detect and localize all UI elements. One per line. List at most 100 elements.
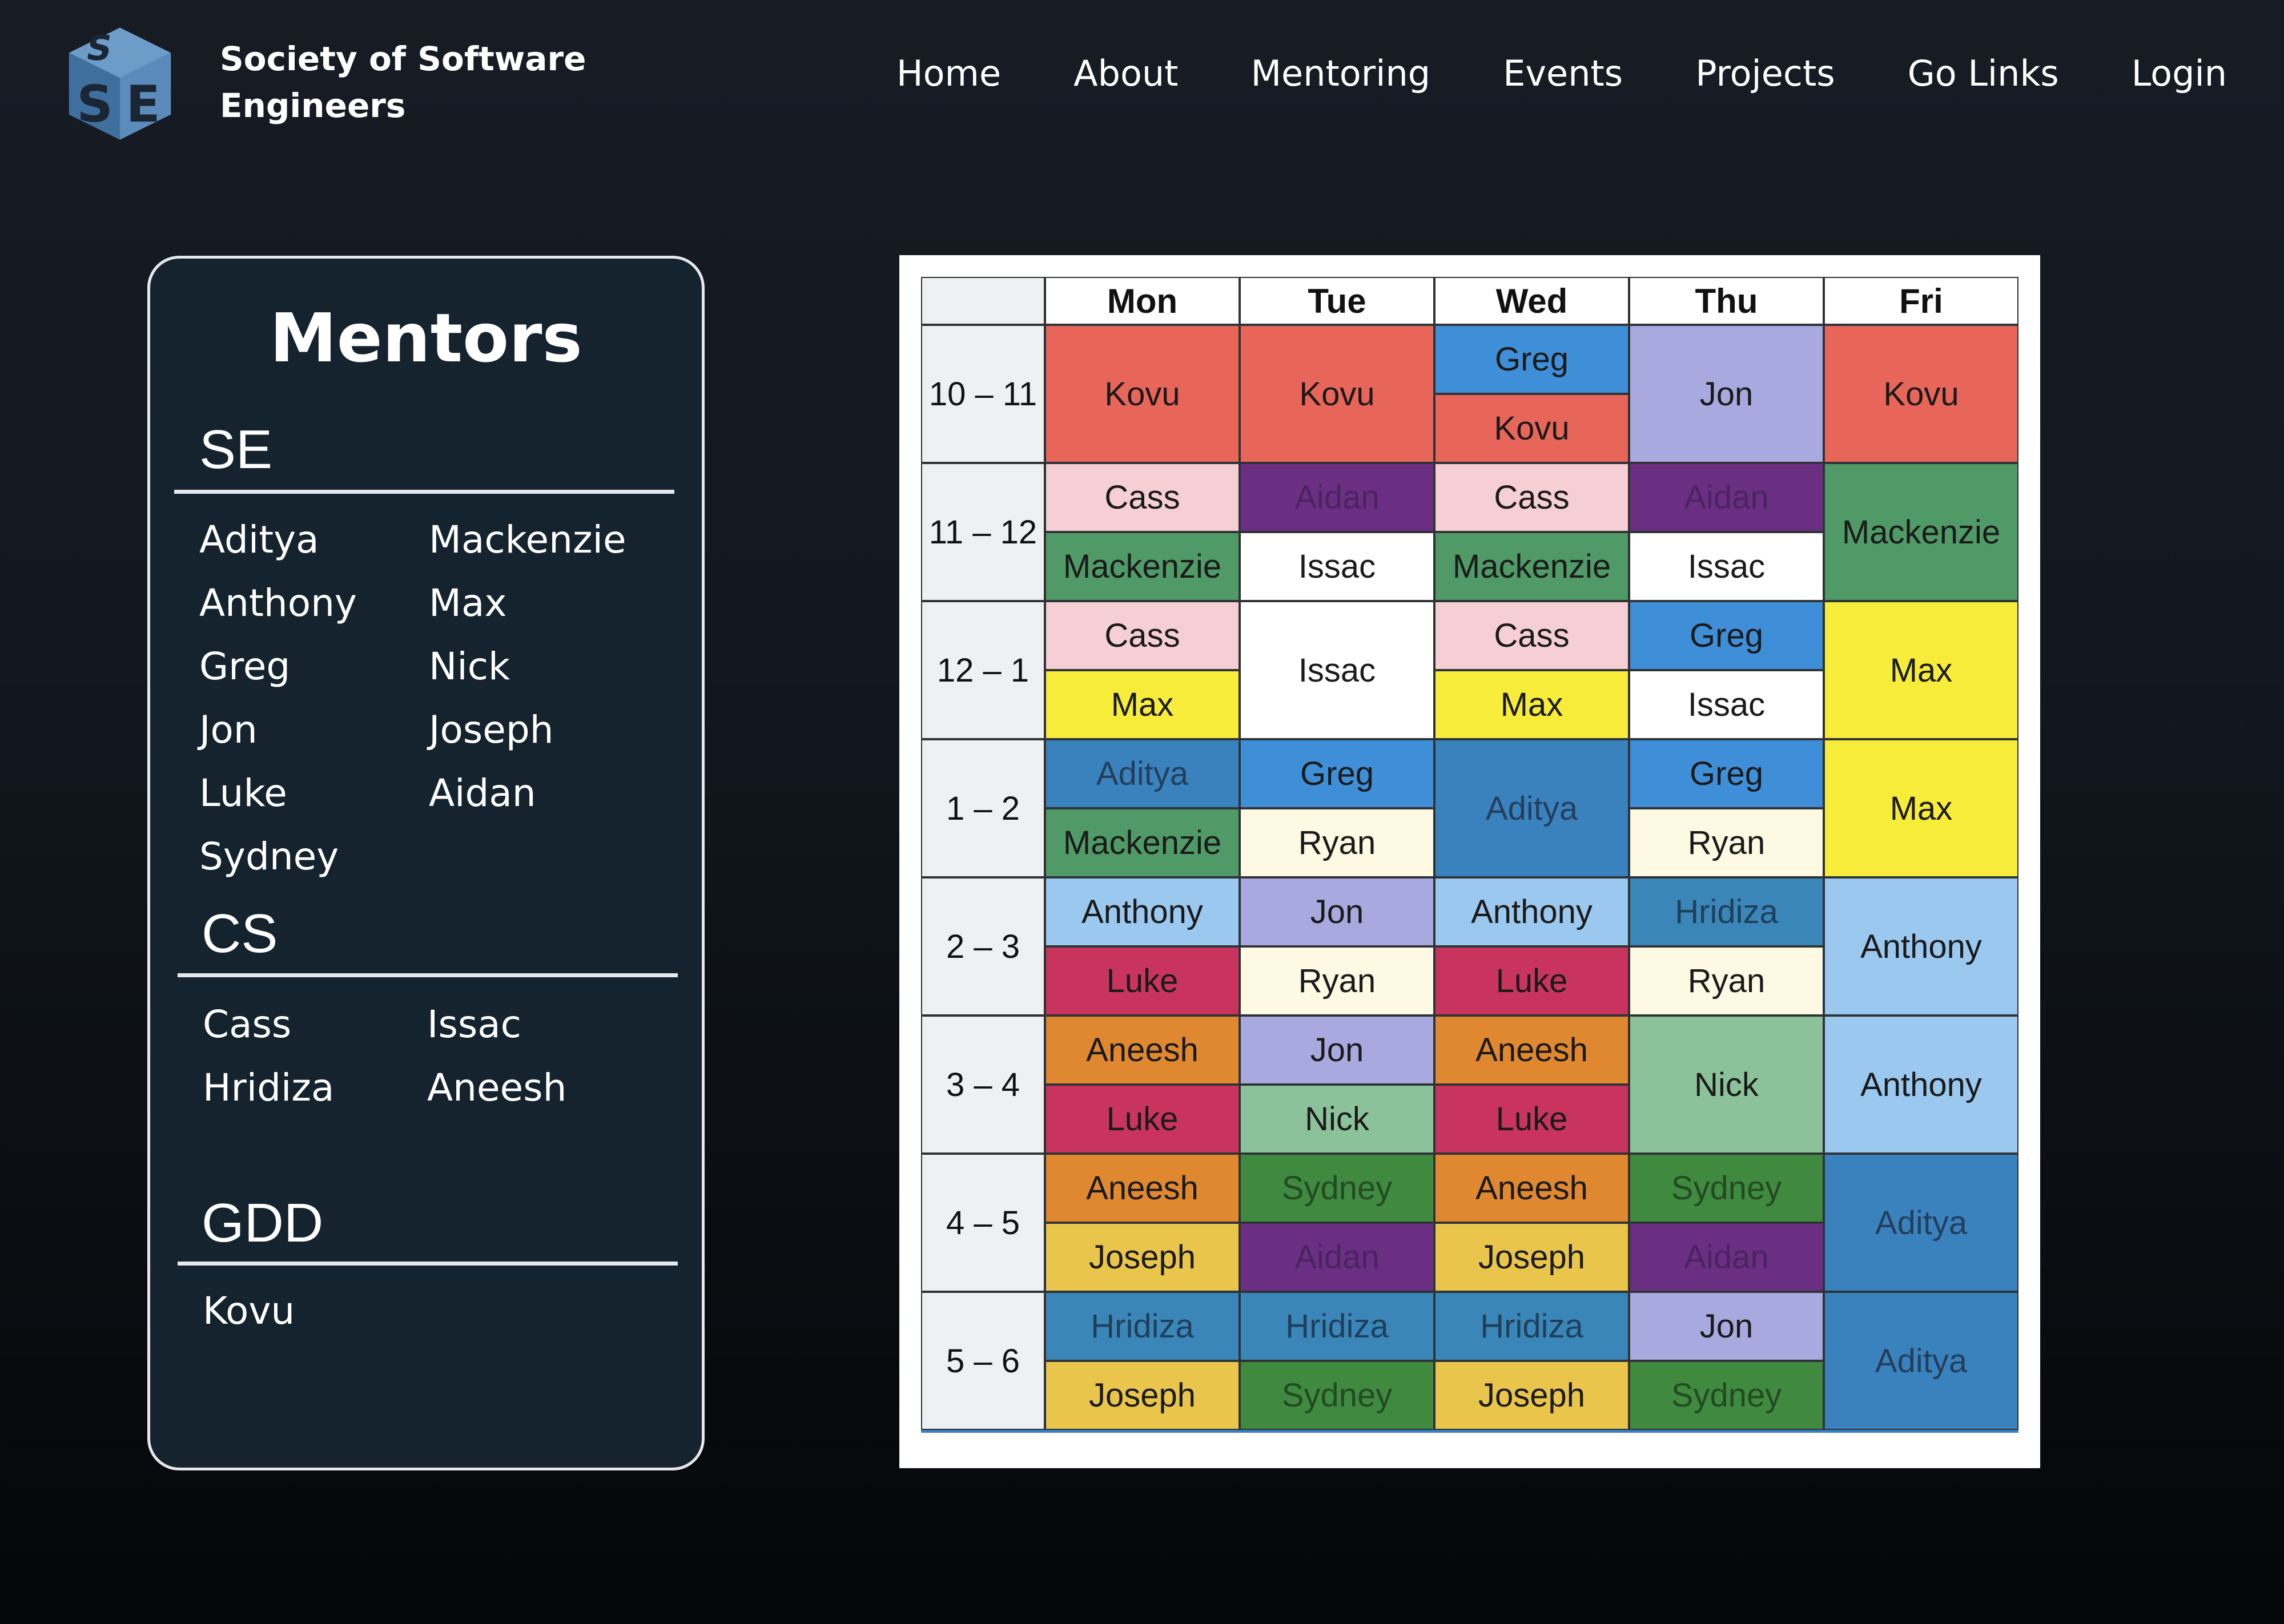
schedule-slot: Jon bbox=[1629, 325, 1824, 463]
schedule-slot: Cass bbox=[1045, 463, 1240, 532]
schedule-slot: Aditya bbox=[1824, 1292, 2018, 1430]
mentor-name: Aidan bbox=[429, 771, 536, 815]
schedule-time-label: 4 – 5 bbox=[921, 1154, 1045, 1292]
svg-text:E: E bbox=[126, 75, 160, 134]
schedule-slot: Anthony bbox=[1434, 877, 1629, 946]
schedule-slot: Aidan bbox=[1629, 1223, 1824, 1292]
schedule-slot: Luke bbox=[1434, 946, 1629, 1015]
schedule-slot: Aditya bbox=[1045, 739, 1240, 808]
schedule-corner bbox=[921, 277, 1045, 325]
nav-go-links[interactable]: Go Links bbox=[1908, 53, 2059, 94]
schedule-slot: Hridiza bbox=[1434, 1292, 1629, 1361]
mentor-name: Aneesh bbox=[427, 1066, 567, 1110]
schedule-slot: Jon bbox=[1240, 1015, 1434, 1085]
nav-about[interactable]: About bbox=[1073, 53, 1178, 94]
schedule-slot: Max bbox=[1434, 670, 1629, 739]
schedule-day-header: Tue bbox=[1240, 277, 1434, 325]
schedule-slot: Max bbox=[1824, 739, 2018, 877]
schedule-slot: Luke bbox=[1045, 946, 1240, 1015]
schedule-slot: Issac bbox=[1629, 532, 1824, 601]
schedule-time-label: 11 – 12 bbox=[921, 463, 1045, 601]
schedule-slot: Kovu bbox=[1824, 325, 2018, 463]
schedule-slot: Joseph bbox=[1045, 1361, 1240, 1430]
mentor-name: Hridiza bbox=[203, 1066, 335, 1110]
schedule-slot: Aidan bbox=[1629, 463, 1824, 532]
schedule-slot: Max bbox=[1824, 601, 2018, 739]
site-brand[interactable]: Society of Software Engineers bbox=[220, 35, 586, 129]
schedule-slot: Sydney bbox=[1240, 1154, 1434, 1223]
schedule-slot: Anthony bbox=[1824, 877, 2018, 1015]
schedule-slot: Aneesh bbox=[1434, 1154, 1629, 1223]
mentor-name: Nick bbox=[429, 644, 510, 688]
schedule-slot: Cass bbox=[1434, 601, 1629, 670]
schedule-slot: Aidan bbox=[1240, 1223, 1434, 1292]
schedule-day-header: Wed bbox=[1434, 277, 1629, 325]
mentor-name: Jon bbox=[199, 708, 258, 752]
section-divider bbox=[178, 1262, 678, 1266]
schedule-slot: Sydney bbox=[1629, 1361, 1824, 1430]
schedule-time-label: 3 – 4 bbox=[921, 1015, 1045, 1154]
mentor-name: Issac bbox=[427, 1002, 521, 1046]
schedule-slot: Sydney bbox=[1629, 1154, 1824, 1223]
schedule-time-label: 10 – 11 bbox=[921, 325, 1045, 463]
schedule-day-header: Mon bbox=[1045, 277, 1240, 325]
main-nav: Home About Mentoring Events Projects Go … bbox=[896, 53, 2227, 94]
schedule-slot: Mackenzie bbox=[1045, 532, 1240, 601]
schedule-slot: Sydney bbox=[1240, 1361, 1434, 1430]
mentor-name: Kovu bbox=[203, 1289, 295, 1333]
sse-logo-icon[interactable]: S S E bbox=[60, 23, 180, 143]
schedule-slot: Aditya bbox=[1434, 739, 1629, 877]
nav-projects[interactable]: Projects bbox=[1695, 53, 1835, 94]
schedule-slot: Ryan bbox=[1629, 808, 1824, 877]
mentor-name: Cass bbox=[203, 1002, 292, 1046]
schedule-slot: Greg bbox=[1629, 601, 1824, 670]
schedule-slot: Mackenzie bbox=[1824, 463, 2018, 601]
schedule-slot: Issac bbox=[1240, 601, 1434, 739]
nav-login[interactable]: Login bbox=[2132, 53, 2227, 94]
schedule-slot: Anthony bbox=[1824, 1015, 2018, 1154]
mentor-name: Aditya bbox=[199, 518, 319, 562]
schedule-slot: Ryan bbox=[1240, 808, 1434, 877]
schedule-slot: Joseph bbox=[1434, 1361, 1629, 1430]
mentor-name: Mackenzie bbox=[429, 518, 626, 562]
schedule-slot: Aditya bbox=[1824, 1154, 2018, 1292]
schedule-slot: Jon bbox=[1629, 1292, 1824, 1361]
schedule-slot: Aidan bbox=[1240, 463, 1434, 532]
nav-mentoring[interactable]: Mentoring bbox=[1251, 53, 1431, 94]
section-divider bbox=[178, 973, 678, 977]
schedule-grid: Mon Tue Wed Thu Fri 10 – 11 11 – 12 12 – 11 – 2… bbox=[921, 277, 2018, 1433]
schedule-slot: Hridiza bbox=[1240, 1292, 1434, 1361]
brand-line-1: Society of Software bbox=[220, 39, 586, 78]
schedule-slot: Greg bbox=[1629, 739, 1824, 808]
schedule-day-header: Thu bbox=[1629, 277, 1824, 325]
schedule-slot: Kovu bbox=[1240, 325, 1434, 463]
schedule-time-label: 1 – 2 bbox=[921, 739, 1045, 877]
mentor-name: Joseph bbox=[429, 708, 554, 752]
schedule-time-label: 2 – 3 bbox=[921, 877, 1045, 1015]
mentor-name: Greg bbox=[199, 644, 291, 688]
mentors-title: Mentors bbox=[270, 299, 582, 377]
schedule-slot: Ryan bbox=[1629, 946, 1824, 1015]
schedule-slot: Joseph bbox=[1434, 1223, 1629, 1292]
schedule-slot: Mackenzie bbox=[1045, 808, 1240, 877]
schedule-slot: Kovu bbox=[1434, 394, 1629, 463]
nav-events[interactable]: Events bbox=[1503, 53, 1623, 94]
schedule-slot: Joseph bbox=[1045, 1223, 1240, 1292]
svg-text:S: S bbox=[77, 75, 113, 134]
section-title-gdd: GDD bbox=[202, 1192, 324, 1254]
section-title-se: SE bbox=[199, 419, 273, 480]
schedule-slot: Cass bbox=[1434, 463, 1629, 532]
section-title-cs: CS bbox=[202, 903, 278, 964]
nav-home[interactable]: Home bbox=[896, 53, 1001, 94]
schedule-slot: Aneesh bbox=[1045, 1015, 1240, 1085]
mentor-name: Sydney bbox=[199, 835, 339, 879]
schedule-slot: Luke bbox=[1045, 1085, 1240, 1154]
schedule-time-label: 5 – 6 bbox=[921, 1292, 1045, 1430]
mentor-schedule-image: Mon Tue Wed Thu Fri 10 – 11 11 – 12 12 – 11 – 2… bbox=[899, 255, 2040, 1468]
schedule-slot: Ryan bbox=[1240, 946, 1434, 1015]
schedule-slot: Greg bbox=[1240, 739, 1434, 808]
mentors-card: Mentors SE Aditya Mackenzie Anthony Max … bbox=[147, 256, 705, 1470]
schedule-slot: Mackenzie bbox=[1434, 532, 1629, 601]
schedule-slot: Aneesh bbox=[1045, 1154, 1240, 1223]
mentor-name: Max bbox=[429, 581, 507, 625]
